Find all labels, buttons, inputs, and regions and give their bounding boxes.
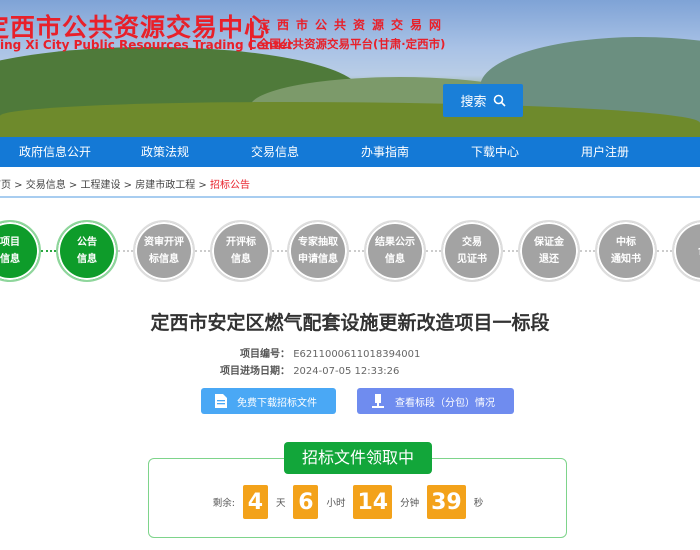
countdown: 剩余: 4 天 6 小时 14 分钟 39 秒 <box>0 485 698 519</box>
remaining-label: 剩余: <box>212 498 235 509</box>
days-value: 4 <box>242 485 268 519</box>
hours-value: 6 <box>293 485 319 519</box>
platform-name: 全国公共资源交易平台(甘肃·定西市) <box>258 37 446 51</box>
minutes-unit: 分钟 <box>400 498 420 509</box>
step-1[interactable]: 项目 信息 <box>0 220 41 282</box>
step-label: 资审开评 标信息 <box>144 237 184 265</box>
search-icon <box>493 94 506 107</box>
step-5[interactable]: 专家抽取 申请信息 <box>287 220 349 282</box>
header-banner: 定西市公共资源交易中心 Ding Xi City Public Resource… <box>0 0 700 137</box>
step-label: 结果公示 信息 <box>375 237 415 265</box>
crumb-trade[interactable]: 交易信息 <box>26 180 66 191</box>
step-label: 中标 通知书 <box>611 237 641 265</box>
step-label: 开评标 信息 <box>226 237 256 265</box>
nav-policy[interactable]: 政策法规 <box>110 137 220 167</box>
crumb-home[interactable]: 首页 <box>0 180 11 191</box>
main-nav: 政府信息公开 政策法规 交易信息 办事指南 下载中心 用户注册 <box>0 137 700 167</box>
step-connector <box>657 250 672 252</box>
code-value: E6211000611018394001 <box>293 349 421 360</box>
step-connector <box>118 250 133 252</box>
nav-gov-info[interactable]: 政府信息公开 <box>0 137 110 167</box>
step-label: 专家抽取 申请信息 <box>298 237 338 265</box>
step-label: 保证金 退还 <box>534 237 564 265</box>
step-label: 交易 见证书 <box>457 237 487 265</box>
step-2[interactable]: 公告 信息 <box>56 220 118 282</box>
minutes-value: 14 <box>353 485 393 519</box>
code-label: 项目编号： <box>240 349 290 360</box>
search-label: 搜索 <box>460 95 487 110</box>
step-6[interactable]: 结果公示 信息 <box>364 220 426 282</box>
document-icon <box>215 394 227 408</box>
step-connector <box>195 250 210 252</box>
nav-trade-info[interactable]: 交易信息 <box>220 137 330 167</box>
status-badge: 招标文件领取中 <box>284 442 432 474</box>
search-button[interactable]: 搜索 <box>443 84 523 117</box>
seconds-unit: 秒 <box>473 498 484 509</box>
step-connector <box>426 250 441 252</box>
step-3[interactable]: 资审开评 标信息 <box>133 220 195 282</box>
step-10[interactable]: 合 <box>672 220 700 282</box>
date-value: 2024-07-05 12:33:26 <box>293 366 400 377</box>
divider <box>250 18 252 50</box>
page-title: 定西市安定区燃气配套设施更新改造项目一标段 <box>150 312 550 334</box>
monitor-icon <box>372 394 384 408</box>
step-connector <box>349 250 364 252</box>
download-label: 免费下载招标文件 <box>237 397 317 409</box>
hours-unit: 小时 <box>326 498 346 509</box>
crumb-engineering[interactable]: 工程建设 <box>81 180 121 191</box>
divider <box>0 196 700 198</box>
step-connector <box>503 250 518 252</box>
step-8[interactable]: 保证金 退还 <box>518 220 580 282</box>
project-date: 项目进场日期： 2024-07-05 12:33:26 <box>220 362 399 377</box>
nav-guide[interactable]: 办事指南 <box>330 137 440 167</box>
step-label: 公告 信息 <box>77 237 97 265</box>
step-7[interactable]: 交易 见证书 <box>441 220 503 282</box>
days-unit: 天 <box>275 498 286 509</box>
nav-register[interactable]: 用户注册 <box>550 137 660 167</box>
seconds-value: 39 <box>427 485 466 519</box>
project-code: 项目编号： E6211000611018394001 <box>240 345 420 360</box>
download-bid-file-button[interactable]: 免费下载招标文件 <box>201 388 336 414</box>
step-connector <box>580 250 595 252</box>
step-4[interactable]: 开评标 信息 <box>210 220 272 282</box>
nav-download[interactable]: 下载中心 <box>440 137 550 167</box>
crumb-building[interactable]: 房建市政工程 <box>135 180 195 191</box>
date-label: 项目进场日期： <box>220 366 290 377</box>
view-sections-button[interactable]: 查看标段（分包）情况 <box>357 388 514 414</box>
site-name: 定西市公共资源交易网 <box>258 18 449 32</box>
step-9[interactable]: 中标 通知书 <box>595 220 657 282</box>
step-label: 项目 信息 <box>0 237 20 265</box>
crumb-current: 招标公告 <box>210 180 250 191</box>
breadcrumb: 首页 > 交易信息 > 工程建设 > 房建市政工程 > 招标公告 <box>0 176 250 191</box>
step-connector <box>41 250 56 252</box>
view-label: 查看标段（分包）情况 <box>395 397 495 409</box>
step-connector <box>272 250 287 252</box>
